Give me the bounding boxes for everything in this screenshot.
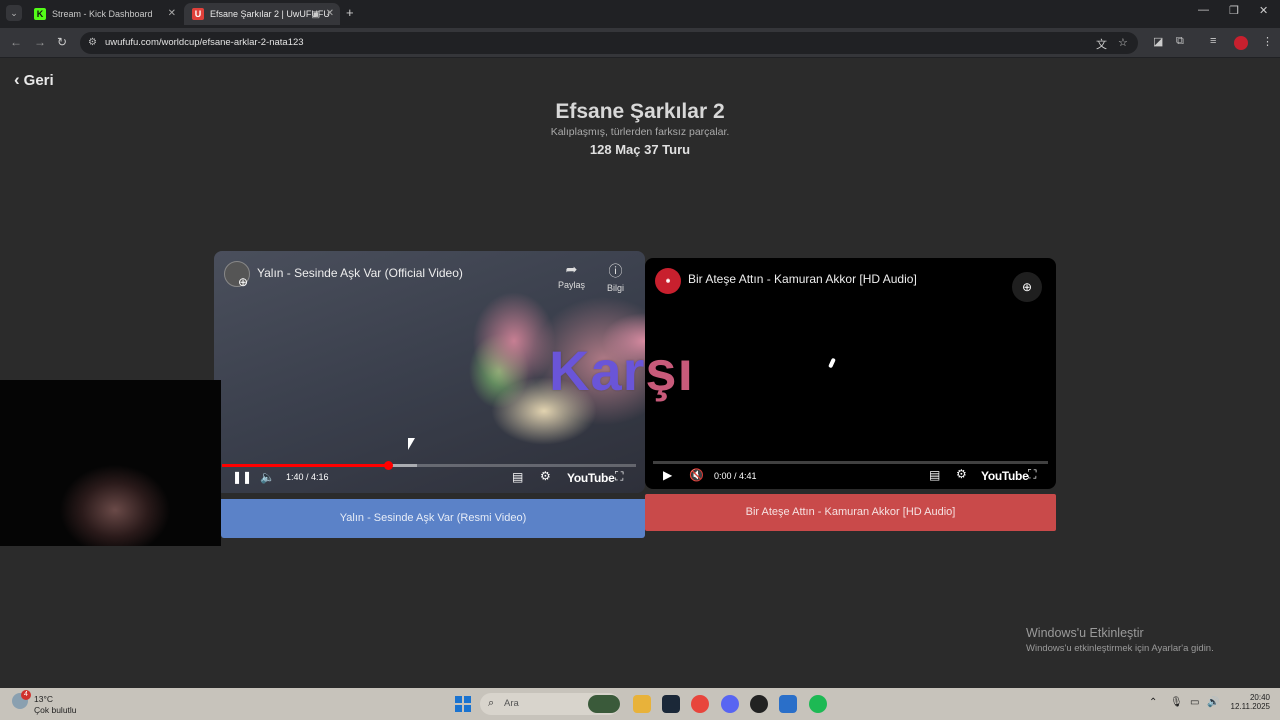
captions-icon[interactable]: ▤: [929, 468, 940, 482]
player-controls: ▶ 🔇 0:00 / 4:41 ▤ ⚙ YouTube ⛶: [645, 467, 1056, 488]
versus-label: Karşı: [549, 338, 694, 403]
address-bar-row: ← → ↻ ⚙ uwufufu.com/worldcup/efsane-arkl…: [0, 28, 1280, 58]
share-label: Paylaş: [558, 280, 586, 290]
tab-close-icon[interactable]: ✕: [168, 3, 176, 25]
captions-icon[interactable]: ▤: [512, 470, 523, 484]
channel-avatar[interactable]: ◉: [655, 268, 681, 294]
zoom-icon[interactable]: ⊕: [238, 275, 248, 289]
played-bar: [222, 464, 388, 467]
info-button[interactable]: ⓘ Bilgi: [607, 261, 624, 293]
media-control-icon[interactable]: ≡: [1210, 35, 1216, 47]
microphone-icon[interactable]: 🎙: [1170, 697, 1183, 708]
tab-uwufufu[interactable]: U Efsane Şarkılar 2 | UwUFUFU ▣ ✕: [184, 3, 340, 25]
info-icon: ⓘ: [608, 263, 623, 279]
volume-icon[interactable]: 🔈: [260, 470, 275, 484]
weather-condition: Çok bulutlu: [34, 705, 77, 715]
share-icon: ➦: [565, 261, 578, 277]
page-subtitle: Kalıplaşmış, türlerden farksız parçalar.: [550, 126, 730, 138]
video-progress-bar[interactable]: [222, 461, 636, 470]
fullscreen-icon[interactable]: ⛶: [1028, 467, 1036, 482]
choose-right-button[interactable]: Bir Ateşe Attın - Kamuran Akkor [HD Audi…: [645, 494, 1056, 531]
discord-icon[interactable]: [721, 695, 739, 713]
tab-bar: ⌄ K Stream - Kick Dashboard ✕ U Efsane Ş…: [0, 0, 1280, 28]
notification-badge: 4: [21, 690, 31, 700]
windows-activation-watermark: Windows'u Etkinleştir Windows'u etkinleş…: [1026, 626, 1214, 654]
back-label: Geri: [23, 72, 54, 89]
info-label: Bilgi: [607, 283, 625, 293]
reload-icon[interactable]: ↻: [57, 35, 67, 49]
spotify-icon[interactable]: [809, 695, 827, 713]
back-button[interactable]: ‹ Geri: [14, 70, 54, 90]
new-tab-button[interactable]: +: [346, 5, 354, 20]
extensions-puzzle-icon[interactable]: ⧉: [1176, 35, 1184, 48]
video-title[interactable]: Bir Ateşe Attın - Kamuran Akkor [HD Audi…: [688, 272, 917, 286]
tab-search-button[interactable]: ⌄: [6, 5, 22, 21]
video-progress-bar[interactable]: [653, 461, 1048, 464]
url-bar[interactable]: ⚙ uwufufu.com/worldcup/efsane-arklar-2-n…: [80, 32, 1138, 54]
menu-kebab-icon[interactable]: ⋮: [1262, 35, 1273, 48]
right-video-player[interactable]: ◉ Bir Ateşe Attın - Kamuran Akkor [HD Au…: [645, 258, 1056, 489]
bookmark-star-icon[interactable]: ☆: [1118, 36, 1128, 49]
page-content: ‹ Geri Efsane Şarkılar 2 Kalıplaşmış, tür…: [0, 58, 1280, 688]
profile-avatar[interactable]: [1234, 36, 1248, 50]
search-placeholder: Ara: [504, 698, 519, 709]
youtube-logo[interactable]: YouTube: [567, 471, 615, 485]
play-icon[interactable]: ▶: [663, 468, 672, 482]
obs-icon[interactable]: [750, 695, 768, 713]
kick-favicon-icon: K: [34, 8, 46, 20]
muted-volume-icon[interactable]: 🔇: [689, 468, 704, 482]
settings-gear-icon[interactable]: ⚙: [540, 469, 551, 483]
chrome-icon[interactable]: [691, 695, 709, 713]
time-display: 0:00 / 4:41: [714, 471, 757, 481]
time-display: 1:40 / 4:16: [286, 472, 329, 482]
versus-label-part-b: şı: [645, 339, 695, 402]
show-hidden-icons-chevron-icon[interactable]: ⌃: [1149, 697, 1157, 708]
network-icon[interactable]: ▭: [1190, 697, 1199, 708]
speaker-icon[interactable]: 🔊: [1207, 697, 1219, 708]
store-icon[interactable]: [779, 695, 797, 713]
clock-date: 12.11.2025: [1230, 702, 1270, 711]
search-highlight-image: [588, 695, 620, 713]
tab-kick-dashboard[interactable]: K Stream - Kick Dashboard ✕: [26, 3, 182, 25]
steam-icon[interactable]: [662, 695, 680, 713]
windows-taskbar: 4 13°C Çok bulutlu ⌕ Ara ⌃ 🎙 ▭ 🔊 20:40 1…: [0, 688, 1280, 720]
extension-icon[interactable]: ◪: [1153, 35, 1163, 48]
url-text: uwufufu.com/worldcup/efsane-arklar-2-nat…: [105, 37, 304, 48]
versus-label-part-a: Kar: [549, 339, 646, 402]
share-button[interactable]: ➦ Paylaş: [558, 261, 585, 290]
player-controls: ❚❚ 🔈 1:40 / 4:16 ▤ ⚙ YouTube ⛶: [214, 469, 645, 489]
tab-close-icon[interactable]: ✕: [326, 3, 334, 25]
back-arrow-icon[interactable]: ←: [10, 35, 22, 49]
translate-icon[interactable]: 文: [1096, 36, 1107, 52]
choose-left-button[interactable]: Yalın - Sesinde Aşk Var (Resmi Video): [221, 499, 645, 538]
video-title[interactable]: Yalın - Sesinde Aşk Var (Official Video): [257, 266, 463, 280]
windows-start-icon[interactable]: [455, 696, 471, 712]
forward-arrow-icon[interactable]: →: [34, 35, 46, 49]
system-clock[interactable]: 20:40 12.11.2025: [1226, 693, 1270, 711]
restore-icon[interactable]: ❐: [1229, 4, 1239, 17]
webcam-overlay: [0, 380, 221, 546]
round-info: 128 Maç 37 Turu: [589, 142, 691, 157]
fullscreen-icon[interactable]: ⛶: [615, 469, 623, 484]
watermark-title: Windows'u Etkinleştir: [1026, 626, 1144, 640]
settings-gear-icon[interactable]: ⚙: [956, 467, 967, 481]
youtube-logo[interactable]: YouTube: [981, 469, 1029, 483]
mouse-cursor: [408, 438, 415, 450]
temperature: 13°C: [34, 694, 53, 704]
clock-time: 20:40: [1249, 693, 1270, 702]
taskbar-search[interactable]: ⌕ Ara: [480, 693, 620, 715]
minimize-icon[interactable]: —: [1198, 4, 1209, 16]
file-explorer-icon[interactable]: [633, 695, 651, 713]
zoom-icon[interactable]: ⊕: [1012, 272, 1042, 302]
tab-title: Stream - Kick Dashboard: [52, 9, 153, 19]
site-info-icon[interactable]: ⚙: [88, 37, 97, 48]
tab-media-icon[interactable]: ▣: [311, 3, 320, 25]
search-icon: ⌕: [488, 697, 495, 709]
page-title: Efsane Şarkılar 2: [555, 100, 725, 123]
chevron-left-icon: ‹: [14, 70, 20, 89]
uwufufu-favicon-icon: U: [192, 8, 204, 20]
close-window-icon[interactable]: ✕: [1259, 4, 1268, 17]
watermark-subtitle: Windows'u etkinleştirmek için Ayarlar'a …: [1026, 643, 1214, 654]
pause-icon[interactable]: ❚❚: [232, 470, 252, 484]
